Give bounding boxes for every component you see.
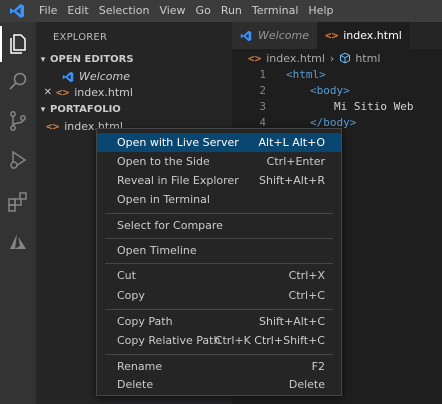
breadcrumb-symbol[interactable]: html	[355, 52, 380, 65]
menu-separator	[105, 354, 333, 355]
menu-item-label: Open with Live Server	[117, 136, 239, 149]
menu-item-open-timeline[interactable]: Open Timeline	[97, 241, 341, 260]
menu-item-label: Copy Relative Path	[117, 334, 221, 347]
html-file-icon: <>	[248, 51, 262, 65]
line-number: 4	[259, 115, 266, 129]
context-menu: Open with Live Server Alt+L Alt+O Open t…	[96, 128, 342, 396]
menu-item-shortcut: Ctrl+K Ctrl+Shift+C	[214, 334, 325, 347]
symbol-icon	[339, 52, 351, 64]
menu-go[interactable]: Go	[191, 0, 216, 22]
code-line[interactable]: 2 <body>	[232, 82, 442, 98]
menu-item-delete[interactable]: Delete Delete	[97, 375, 341, 394]
menu-item-reveal-in-explorer[interactable]: Reveal in File Explorer Shift+Alt+R	[97, 171, 341, 190]
tab-label: index.html	[343, 29, 402, 42]
search-icon[interactable]	[6, 69, 30, 93]
source-control-icon[interactable]	[6, 109, 30, 133]
menu-separator	[105, 263, 333, 264]
menu-separator	[105, 309, 333, 310]
menu-item-shortcut: Alt+L Alt+O	[258, 136, 325, 149]
tab-welcome[interactable]: Welcome	[232, 22, 317, 49]
breadcrumb-file[interactable]: index.html	[266, 52, 325, 65]
editor-tabs: Welcome <> index.html	[232, 22, 442, 49]
tab-label: Welcome	[258, 29, 309, 42]
menu-item-shortcut: Ctrl+C	[288, 289, 325, 302]
vscode-file-icon	[240, 30, 252, 42]
menu-item-label: Copy	[117, 289, 145, 302]
menu-help[interactable]: Help	[303, 0, 338, 22]
menu-item-open-to-side[interactable]: Open to the Side Ctrl+Enter	[97, 152, 341, 171]
menu-item-label: Open Timeline	[117, 244, 197, 257]
menu-item-open-with-live-server[interactable]: Open with Live Server Alt+L Alt+O	[97, 133, 341, 152]
menu-item-label: Copy Path	[117, 315, 173, 328]
menu-terminal[interactable]: Terminal	[247, 0, 304, 22]
menu-item-select-for-compare[interactable]: Select for Compare	[97, 216, 341, 235]
menu-edit[interactable]: Edit	[62, 0, 93, 22]
html-file-icon: <>	[324, 29, 339, 42]
open-editor-index[interactable]: ✕ <> index.html	[36, 84, 232, 101]
html-file-icon: <>	[56, 86, 70, 99]
breadcrumb: <> index.html › html	[232, 49, 380, 67]
menu-separator	[105, 238, 333, 239]
code-line[interactable]: 1 <html>	[232, 66, 442, 82]
menu-item-label: Open in Terminal	[117, 193, 210, 206]
activity-bar	[0, 22, 36, 404]
menu-item-shortcut: Shift+Alt+R	[259, 174, 325, 187]
menu-item-shortcut: Shift+Alt+C	[258, 315, 325, 328]
menu-item-open-in-terminal[interactable]: Open in Terminal	[97, 190, 341, 209]
azure-icon[interactable]	[6, 230, 30, 254]
menu-selection[interactable]: Selection	[94, 0, 155, 22]
code-text: <html>	[286, 67, 326, 81]
menu-item-copy-relative-path[interactable]: Copy Relative Path Ctrl+K Ctrl+Shift+C	[97, 331, 341, 350]
breadcrumb-separator: ›	[329, 51, 335, 65]
line-number: 1	[259, 67, 266, 81]
vscode-logo-icon	[0, 0, 34, 22]
tab-index-html[interactable]: <> index.html	[316, 22, 410, 49]
menu-item-copy-path[interactable]: Copy Path Shift+Alt+C	[97, 312, 341, 331]
folder-label: PORTAFOLIO	[50, 104, 121, 115]
chevron-down-icon: ▾	[40, 104, 46, 115]
menu-item-label: Reveal in File Explorer	[117, 174, 239, 187]
menu-item-shortcut: Delete	[288, 378, 325, 391]
menu-item-label: Select for Compare	[117, 219, 223, 232]
menu-item-label: Delete	[117, 378, 154, 391]
menu-item-label: Cut	[117, 269, 136, 282]
chevron-down-icon: ▾	[40, 54, 46, 65]
menu-item-rename[interactable]: Rename F2	[97, 357, 341, 376]
menu-item-label: Open to the Side	[117, 155, 210, 168]
line-number: 3	[259, 99, 266, 113]
extensions-icon[interactable]	[6, 190, 30, 214]
code-text: Mi Sitio Web	[334, 99, 414, 113]
menu-file[interactable]: File	[34, 0, 62, 22]
menu-separator	[105, 213, 333, 214]
menu-item-shortcut: F2	[311, 360, 325, 373]
html-file-icon: <>	[46, 120, 60, 133]
folder-header[interactable]: ▾ PORTAFOLIO	[36, 101, 232, 118]
code-line[interactable]: 3 Mi Sitio Web	[232, 98, 442, 114]
menu-item-label: Rename	[117, 360, 163, 373]
code-text: </body>	[310, 115, 357, 129]
menu-item-shortcut: Ctrl+X	[288, 269, 325, 282]
open-editors-header[interactable]: ▾ OPEN EDITORS	[36, 51, 232, 68]
run-debug-icon[interactable]	[6, 148, 30, 172]
menu-item-shortcut: Ctrl+Enter	[266, 155, 325, 168]
menu-item-cut[interactable]: Cut Ctrl+X	[97, 266, 341, 285]
sidebar-title: EXPLORER	[53, 32, 108, 43]
open-editor-label: Welcome	[79, 70, 130, 83]
menu-bar: File Edit Selection View Go Run Terminal…	[0, 0, 442, 22]
open-editor-label: index.html	[74, 86, 133, 99]
menu-view[interactable]: View	[154, 0, 190, 22]
open-editors-label: OPEN EDITORS	[50, 54, 134, 65]
code-text: <body>	[310, 83, 350, 97]
open-editor-welcome[interactable]: Welcome	[36, 68, 232, 85]
menu-run[interactable]: Run	[216, 0, 247, 22]
line-number: 2	[259, 83, 266, 97]
menu-item-copy[interactable]: Copy Ctrl+C	[97, 286, 341, 305]
files-icon[interactable]	[0, 26, 30, 62]
vscode-file-icon	[62, 71, 74, 83]
close-icon[interactable]: ✕	[36, 87, 52, 98]
